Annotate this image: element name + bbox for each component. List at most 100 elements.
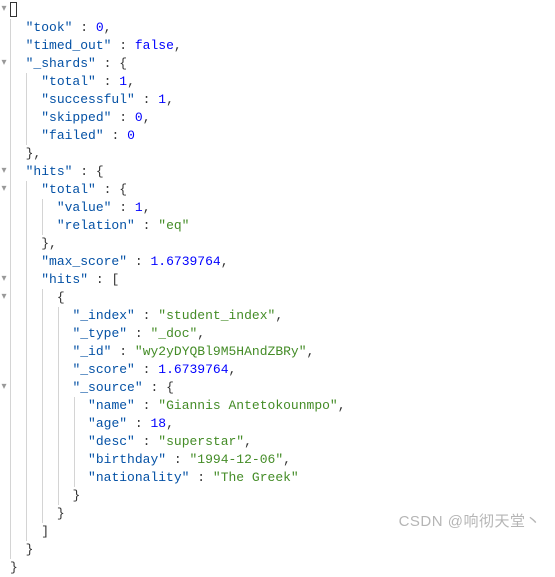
code-line — [10, 1, 555, 19]
code-line: "took" : 0, — [10, 19, 555, 37]
fold-toggle[interactable] — [0, 343, 8, 361]
json-value: "superstar" — [158, 434, 244, 449]
code-line: "_score" : 1.6739764, — [10, 361, 555, 379]
fold-toggle[interactable]: ▾ — [0, 379, 8, 397]
code-line: "name" : "Giannis Antetokounmpo", — [10, 397, 555, 415]
json-value: 1 — [119, 74, 127, 89]
fold-toggle[interactable] — [0, 325, 8, 343]
json-value: 0 — [135, 110, 143, 125]
code-line: "timed_out" : false, — [10, 37, 555, 55]
json-key: "took" — [26, 20, 73, 35]
code-line: "_source" : { — [10, 379, 555, 397]
json-key: "hits" — [41, 272, 88, 287]
fold-toggle[interactable]: ▾ — [0, 181, 8, 199]
code-line: "total" : 1, — [10, 73, 555, 91]
json-key: "desc" — [88, 434, 135, 449]
json-key: "timed_out" — [26, 38, 112, 53]
code-container: ▾ ▾ ▾ ▾ ▾ ▾ ▾ "took" : 0, "timed_out" : — [0, 0, 555, 577]
json-key: "birthday" — [88, 452, 166, 467]
fold-toggle[interactable]: ▾ — [0, 271, 8, 289]
code-line: "hits" : [ — [10, 271, 555, 289]
json-code-view[interactable]: "took" : 0, "timed_out" : false, "_shard… — [8, 0, 555, 577]
json-key: "failed" — [41, 128, 103, 143]
json-value: 1.6739764 — [158, 362, 228, 377]
code-line: "value" : 1, — [10, 199, 555, 217]
code-line: "max_score" : 1.6739764, — [10, 253, 555, 271]
code-line: "birthday" : "1994-12-06", — [10, 451, 555, 469]
json-key: "_shards" — [26, 56, 96, 71]
json-key: "age" — [88, 416, 127, 431]
fold-toggle[interactable]: ▾ — [0, 55, 8, 73]
fold-toggle[interactable] — [0, 523, 8, 541]
json-value: 1 — [158, 92, 166, 107]
json-value: 1.6739764 — [150, 254, 220, 269]
fold-toggle[interactable] — [0, 559, 8, 577]
code-line: "failed" : 0 — [10, 127, 555, 145]
fold-toggle[interactable]: ▾ — [0, 289, 8, 307]
json-key: "_source" — [72, 380, 142, 395]
code-line: ] — [10, 523, 555, 541]
json-value: "The Greek" — [213, 470, 299, 485]
fold-toggle[interactable] — [0, 397, 8, 415]
json-key: "successful" — [41, 92, 135, 107]
fold-toggle[interactable] — [0, 91, 8, 109]
json-value: "_doc" — [150, 326, 197, 341]
fold-toggle[interactable]: ▾ — [0, 163, 8, 181]
json-key: "_id" — [72, 344, 111, 359]
json-value: "wy2yDYQBl9M5HAndZBRy" — [135, 344, 307, 359]
json-value: false — [135, 38, 174, 53]
json-value: 1 — [135, 200, 143, 215]
fold-toggle[interactable] — [0, 235, 8, 253]
json-key: "total" — [41, 182, 96, 197]
code-line: } — [10, 559, 555, 577]
json-value: "Giannis Antetokounmpo" — [158, 398, 337, 413]
fold-toggle[interactable] — [0, 127, 8, 145]
fold-toggle[interactable] — [0, 469, 8, 487]
json-key: "relation" — [57, 218, 135, 233]
fold-toggle[interactable] — [0, 73, 8, 91]
code-line: "_id" : "wy2yDYQBl9M5HAndZBRy", — [10, 343, 555, 361]
fold-toggle[interactable] — [0, 487, 8, 505]
code-line: }, — [10, 235, 555, 253]
code-line: "_shards" : { — [10, 55, 555, 73]
fold-toggle[interactable] — [0, 307, 8, 325]
fold-toggle[interactable] — [0, 109, 8, 127]
code-line: "age" : 18, — [10, 415, 555, 433]
fold-toggle[interactable] — [0, 217, 8, 235]
fold-gutter: ▾ ▾ ▾ ▾ ▾ ▾ ▾ — [0, 0, 8, 577]
json-value: 0 — [96, 20, 104, 35]
cursor — [10, 2, 17, 17]
fold-toggle[interactable]: ▾ — [0, 1, 8, 19]
code-line: } — [10, 505, 555, 523]
json-value: "1994-12-06" — [190, 452, 284, 467]
fold-toggle[interactable] — [0, 415, 8, 433]
code-line: "nationality" : "The Greek" — [10, 469, 555, 487]
code-line: "_type" : "_doc", — [10, 325, 555, 343]
json-key: "_type" — [72, 326, 127, 341]
code-line: "successful" : 1, — [10, 91, 555, 109]
json-key: "max_score" — [41, 254, 127, 269]
fold-toggle[interactable] — [0, 145, 8, 163]
json-value: "student_index" — [158, 308, 275, 323]
fold-toggle[interactable] — [0, 541, 8, 559]
fold-toggle[interactable] — [0, 19, 8, 37]
code-line: "_index" : "student_index", — [10, 307, 555, 325]
code-line: } — [10, 541, 555, 559]
fold-toggle[interactable] — [0, 361, 8, 379]
fold-toggle[interactable] — [0, 253, 8, 271]
fold-toggle[interactable] — [0, 451, 8, 469]
code-line: "total" : { — [10, 181, 555, 199]
fold-toggle[interactable] — [0, 505, 8, 523]
json-key: "total" — [41, 74, 96, 89]
fold-toggle[interactable] — [0, 433, 8, 451]
fold-toggle[interactable] — [0, 37, 8, 55]
code-line: { — [10, 289, 555, 307]
code-line: "desc" : "superstar", — [10, 433, 555, 451]
json-key: "value" — [57, 200, 112, 215]
json-key: "nationality" — [88, 470, 189, 485]
code-line: "relation" : "eq" — [10, 217, 555, 235]
code-line: "hits" : { — [10, 163, 555, 181]
json-key: "_index" — [72, 308, 134, 323]
code-line: } — [10, 487, 555, 505]
fold-toggle[interactable] — [0, 199, 8, 217]
